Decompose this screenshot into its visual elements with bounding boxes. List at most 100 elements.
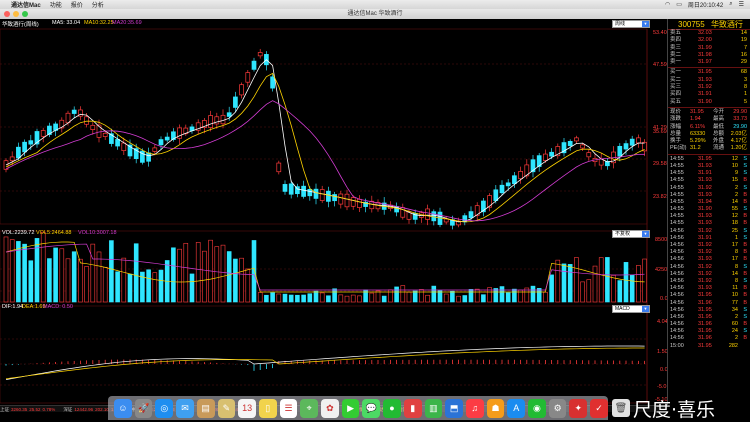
tick-side: B (743, 256, 747, 263)
candle-body (84, 116, 89, 125)
messages-icon[interactable]: 💬 (362, 398, 381, 418)
calendar-icon[interactable]: 13 (238, 398, 256, 418)
indicator-select[interactable]: MACD ▼ (612, 305, 650, 313)
maps-icon[interactable]: ⌖ (300, 398, 319, 418)
tick-price: 31.94 (698, 198, 712, 205)
volume-bar (629, 274, 635, 303)
volume-bar (431, 285, 437, 303)
tongdaxin-icon[interactable]: ✦ (569, 398, 588, 418)
candle-body (208, 115, 213, 128)
notes-icon[interactable]: ✎ (217, 398, 236, 418)
menu-item-function[interactable]: 功能 (50, 0, 62, 9)
contacts-icon[interactable]: ▤ (196, 398, 215, 418)
reminders-icon[interactable]: ☰ (279, 398, 298, 418)
volume-bar (412, 290, 418, 303)
tick-price: 31.93 (698, 191, 712, 198)
tick-side: B (743, 270, 747, 277)
launchpad-icon[interactable]: 🚀 (134, 398, 153, 418)
candle-body (65, 112, 71, 124)
tick-list[interactable]: 14:55 31.95 12 S 14:55 31.93 10 S 14:55 31.91 9 S 14… (668, 156, 750, 350)
candle-body (350, 197, 356, 207)
chart-panel[interactable]: 华致酒行(周线) MA5: 33.04 MA10:32.25 MA20:35.6… (0, 19, 668, 405)
order-volume: 14 (740, 30, 747, 36)
keynote-icon[interactable]: ⬒ (445, 398, 463, 418)
menu-bar: 通达信Mac 功能 报价 分析 ◠ ▭ 周日20:10:42 ⌕ ☰ (0, 0, 750, 9)
minimize-window-button[interactable] (13, 11, 19, 17)
appstore-icon[interactable]: A (507, 398, 526, 418)
stat-label: 涨幅 (670, 123, 682, 130)
tick-price: 31.95 (698, 155, 712, 162)
volume-bar (288, 294, 294, 303)
ask-row[interactable]: 卖一 31.97 29 (668, 59, 750, 66)
search-icon[interactable]: ⌕ (729, 1, 732, 8)
volume-bar (171, 247, 176, 303)
volume-bar (59, 248, 65, 303)
wechat-icon[interactable]: ● (383, 398, 401, 418)
adjust-select-label: 不复权 (615, 231, 631, 237)
books-icon[interactable]: ▮ (403, 398, 422, 418)
preferences-icon[interactable]: ⚙ (548, 398, 567, 418)
menu-list-icon[interactable]: ☰ (739, 1, 744, 8)
tick-price: 31.95 (698, 306, 712, 313)
candle-body (288, 183, 294, 195)
tick-price: 31.93 (698, 213, 712, 220)
safari-icon[interactable]: ◎ (155, 398, 174, 418)
ma5-line (5, 59, 645, 223)
facetime-icon[interactable]: ▶ (341, 398, 360, 418)
trash-icon[interactable]: 🗑 (612, 399, 630, 417)
ask-row[interactable]: 卖四 32.00 19 (668, 37, 750, 44)
clock[interactable]: 周日20:10:42 (688, 0, 723, 9)
candle-body (344, 193, 350, 208)
tick-volume: 12 (731, 155, 738, 162)
candle-body (71, 109, 77, 114)
candlestick-chart[interactable] (0, 19, 667, 405)
battery-icon[interactable]: ▭ (676, 1, 682, 8)
ibooks-icon[interactable]: ☗ (486, 398, 505, 418)
music-icon[interactable]: ♫ (465, 398, 484, 418)
ask-row[interactable]: 卖三 31.99 7 (668, 45, 750, 52)
photos-icon[interactable]: ✿ (321, 398, 339, 418)
close-window-button[interactable] (4, 11, 10, 17)
order-price: 31.99 (698, 44, 712, 51)
tick-side: S (743, 206, 747, 213)
vol-axis-label: 8500 (655, 237, 668, 243)
volume-bar (642, 258, 647, 303)
zoom-window-button[interactable] (22, 11, 28, 17)
numbers-icon[interactable]: ▥ (424, 398, 443, 418)
wifi-icon[interactable]: ◠ (665, 1, 670, 8)
menu-item-quote[interactable]: 报价 (71, 0, 83, 9)
order-volume: 68 (740, 69, 747, 76)
menu-item-analysis[interactable]: 分析 (92, 0, 104, 9)
bid-row[interactable]: 买二 31.93 3 (668, 77, 750, 84)
status-item: 202.10 (95, 407, 109, 412)
mail-icon[interactable]: ✉ (176, 398, 194, 418)
candle-body (567, 141, 573, 147)
tick-row: 14:56 31.92 25 S (668, 228, 750, 235)
tick-row: 14:55 31.90 55 S (668, 206, 750, 213)
tick-time: 14:56 (670, 321, 684, 328)
finder-icon[interactable]: ☺ (114, 398, 132, 418)
tick-side: B (743, 321, 747, 328)
volume-bar (276, 293, 282, 303)
stickies-icon[interactable]: ▯ (258, 398, 277, 418)
volume-bar (245, 268, 251, 303)
bid-row[interactable]: 买五 31.90 5 (668, 99, 750, 106)
volume-bar (605, 257, 610, 303)
bid-row[interactable]: 买四 31.91 1 (668, 91, 750, 98)
klink-icon[interactable]: ✓ (590, 398, 608, 418)
tick-side: S (743, 263, 747, 270)
bid-row[interactable]: 买一 31.95 68 (668, 69, 750, 76)
wechat2-icon[interactable]: ◉ (528, 398, 546, 418)
tick-row: 14:55 31.91 9 S (668, 170, 750, 177)
menu-app-name[interactable]: 通达信Mac (11, 0, 41, 9)
order-label: 买五 (670, 98, 682, 105)
tick-volume: 14 (731, 270, 738, 277)
volume-bar (357, 295, 362, 303)
adjust-select[interactable]: 不复权 ▼ (612, 230, 650, 238)
period-select[interactable]: 周线 ▼ (612, 20, 650, 28)
stock-name: 华致酒行 (710, 20, 743, 29)
tick-time: 14:56 (670, 263, 684, 270)
candle-body (121, 142, 127, 151)
tick-row: 14:56 31.95 10 B (668, 292, 750, 299)
indicator-select-label: MACD (615, 306, 630, 312)
